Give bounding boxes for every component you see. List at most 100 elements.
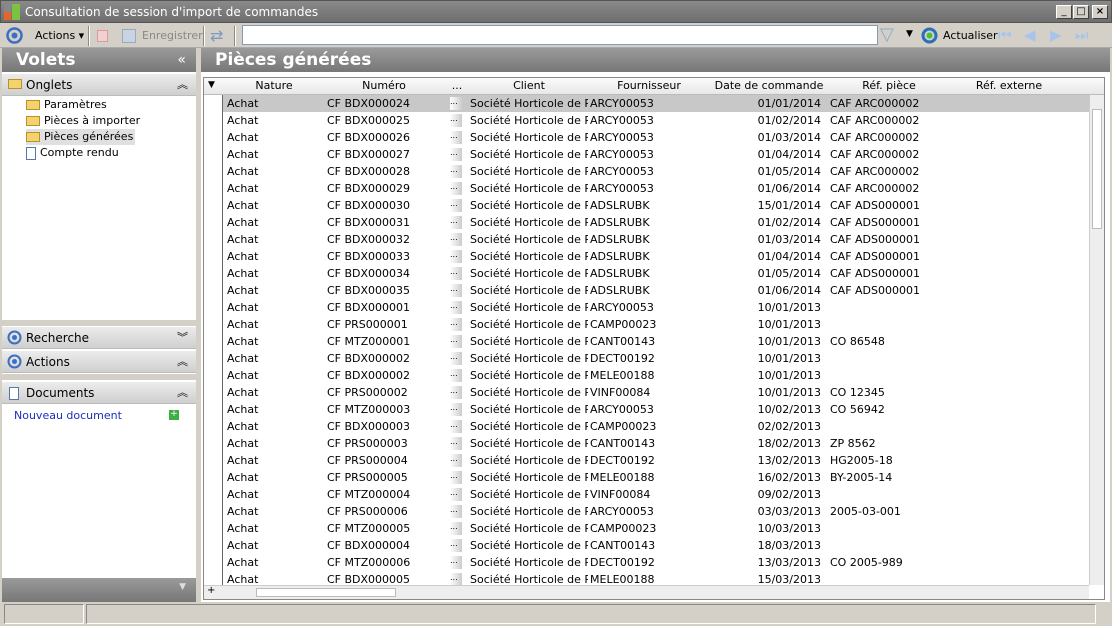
table-row[interactable]: Achat CF BDX000029... Société Horticole de…	[223, 180, 1089, 197]
cell-dots-button[interactable]: ...	[450, 335, 462, 348]
splitter[interactable]	[2, 320, 196, 326]
cell-dots-button[interactable]: ...	[450, 131, 462, 144]
column-header-date[interactable]: Date de commande	[709, 79, 829, 92]
search-input[interactable]	[242, 25, 878, 45]
cell-dots-button[interactable]: ...	[450, 556, 462, 569]
splitter[interactable]	[2, 374, 196, 380]
cell-dots-button[interactable]: ...	[450, 454, 462, 467]
column-header-dots[interactable]: ...	[447, 79, 467, 92]
last-page-icon[interactable]: ⏭	[1075, 26, 1089, 44]
minimize-button[interactable]: _	[1056, 5, 1072, 19]
horizontal-scrollbar[interactable]: +	[204, 585, 1089, 599]
scroll-thumb[interactable]	[1092, 109, 1102, 229]
cell-dots-button[interactable]: ...	[450, 369, 462, 382]
table-row[interactable]: Achat CF BDX000004... Société Horticole de…	[223, 537, 1089, 554]
cell-dots-button[interactable]: ...	[450, 216, 462, 229]
table-row[interactable]: Achat CF BDX000024... Société Horticole de…	[223, 95, 1089, 112]
previous-page-icon[interactable]: ◀	[1024, 26, 1036, 44]
chevron-up-icon[interactable]: ︽	[177, 351, 188, 373]
refresh-icon[interactable]	[921, 27, 938, 44]
table-row[interactable]: Achat CF MTZ000006... Société Horticole de…	[223, 554, 1089, 571]
refresh-button[interactable]: Actualiser	[943, 27, 998, 45]
table-row[interactable]: Achat CF BDX000034... Société Horticole de…	[223, 265, 1089, 282]
table-row[interactable]: Achat CF BDX000028... Société Horticole de…	[223, 163, 1089, 180]
section-recherche[interactable]: Recherche ︾	[2, 327, 196, 349]
section-onglets[interactable]: Onglets ︽	[2, 74, 196, 96]
cell-dots-button[interactable]: ...	[450, 250, 462, 263]
table-row[interactable]: Achat CF PRS000001... Société Horticole de…	[223, 316, 1089, 333]
table-row[interactable]: Achat CF BDX000026... Société Horticole de…	[223, 129, 1089, 146]
first-page-icon[interactable]: ⏮	[998, 26, 1012, 44]
cell-dots-button[interactable]: ...	[450, 386, 462, 399]
table-row[interactable]: Achat CF BDX000030... Société Horticole de…	[223, 197, 1089, 214]
cell-dots-button[interactable]: ...	[450, 97, 462, 110]
scroll-thumb[interactable]	[256, 588, 396, 597]
table-row[interactable]: Achat CF BDX000033... Société Horticole de…	[223, 248, 1089, 265]
filter-dropdown-icon[interactable]: ▼	[906, 29, 913, 39]
table-row[interactable]: Achat CF PRS000003... Société Horticole de…	[223, 435, 1089, 452]
add-icon[interactable]: +	[169, 410, 179, 420]
table-row[interactable]: Achat CF BDX000002... Société Horticole de…	[223, 350, 1089, 367]
cell-dots-button[interactable]: ...	[450, 301, 462, 314]
chevron-up-icon[interactable]: ︽	[177, 74, 188, 96]
table-row[interactable]: Achat CF PRS000005... Société Horticole de…	[223, 469, 1089, 486]
section-actions[interactable]: Actions ︽	[2, 351, 196, 373]
cell-dots-button[interactable]: ...	[450, 352, 462, 365]
cell-dots-button[interactable]: ...	[450, 284, 462, 297]
chevron-down-icon[interactable]: ︾	[177, 327, 188, 349]
table-row[interactable]: Achat CF BDX000002... Société Horticole de…	[223, 367, 1089, 384]
cell-dots-button[interactable]: ...	[450, 505, 462, 518]
sync-icon[interactable]: ⇄	[210, 26, 223, 45]
actions-menu-button[interactable]: Actions ▾	[35, 27, 84, 45]
section-documents[interactable]: Documents ︽	[2, 382, 196, 404]
table-row[interactable]: Achat CF BDX000032... Société Horticole de…	[223, 231, 1089, 248]
tree-item-pieces-generees[interactable]: Pièces générées	[26, 129, 136, 145]
vertical-scrollbar[interactable]	[1089, 95, 1104, 585]
cell-dots-button[interactable]: ...	[450, 267, 462, 280]
new-document-link[interactable]: Nouveau document	[14, 409, 122, 422]
cell-dots-button[interactable]: ...	[450, 420, 462, 433]
maximize-button[interactable]: □	[1073, 5, 1089, 19]
tree-item-compte-rendu[interactable]: Compte rendu	[26, 145, 119, 161]
cell-dots-button[interactable]: ...	[450, 488, 462, 501]
cell-dots-button[interactable]: ...	[450, 199, 462, 212]
delete-icon[interactable]	[97, 30, 108, 42]
table-row[interactable]: Achat CF BDX000027... Société Horticole de…	[223, 146, 1089, 163]
table-row[interactable]: Achat CF BDX000035... Société Horticole de…	[223, 282, 1089, 299]
table-row[interactable]: Achat CF PRS000002... Société Horticole de…	[223, 384, 1089, 401]
table-row[interactable]: Achat CF MTZ000001... Société Horticole de…	[223, 333, 1089, 350]
cell-dots-button[interactable]: ...	[450, 471, 462, 484]
column-chooser-icon[interactable]: ▼	[208, 80, 215, 90]
column-header-client[interactable]: Client	[469, 79, 589, 92]
table-row[interactable]: Achat CF BDX000031... Société Horticole de…	[223, 214, 1089, 231]
add-row-icon[interactable]: +	[207, 585, 215, 596]
save-button[interactable]: Enregistrer	[142, 27, 203, 45]
cell-dots-button[interactable]: ...	[450, 318, 462, 331]
tree-item-pieces-a-importer[interactable]: Pièces à importer	[26, 113, 140, 129]
column-header-ref-piece[interactable]: Réf. pièce	[829, 79, 949, 92]
app-menu-icon[interactable]	[6, 27, 23, 44]
filter-icon[interactable]: ▽	[880, 24, 894, 45]
close-button[interactable]: ×	[1092, 5, 1108, 19]
cell-dots-button[interactable]: ...	[450, 539, 462, 552]
table-row[interactable]: Achat CF MTZ000005... Société Horticole de…	[223, 520, 1089, 537]
cell-dots-button[interactable]: ...	[450, 114, 462, 127]
cell-dots-button[interactable]: ...	[450, 148, 462, 161]
table-row[interactable]: Achat CF BDX000025... Société Horticole de…	[223, 112, 1089, 129]
table-row[interactable]: Achat CF PRS000006... Société Horticole de…	[223, 503, 1089, 520]
cell-dots-button[interactable]: ...	[450, 437, 462, 450]
next-page-icon[interactable]: ▶	[1050, 26, 1062, 44]
cell-dots-button[interactable]: ...	[450, 165, 462, 178]
table-row[interactable]: Achat CF MTZ000003... Société Horticole de…	[223, 401, 1089, 418]
column-header-ref-externe[interactable]: Réf. externe	[949, 79, 1069, 92]
column-header-nature[interactable]: Nature	[224, 79, 324, 92]
cell-dots-button[interactable]: ...	[450, 233, 462, 246]
cell-dots-button[interactable]: ...	[450, 182, 462, 195]
collapse-panel-button[interactable]: «	[177, 48, 186, 72]
table-row[interactable]: Achat CF BDX000003... Société Horticole de…	[223, 418, 1089, 435]
table-row[interactable]: Achat CF MTZ000004... Société Horticole de…	[223, 486, 1089, 503]
table-row[interactable]: Achat CF BDX000001... Société Horticole de…	[223, 299, 1089, 316]
cell-dots-button[interactable]: ...	[450, 522, 462, 535]
column-header-fournisseur[interactable]: Fournisseur	[589, 79, 709, 92]
tree-item-parametres[interactable]: Paramètres	[26, 97, 107, 113]
